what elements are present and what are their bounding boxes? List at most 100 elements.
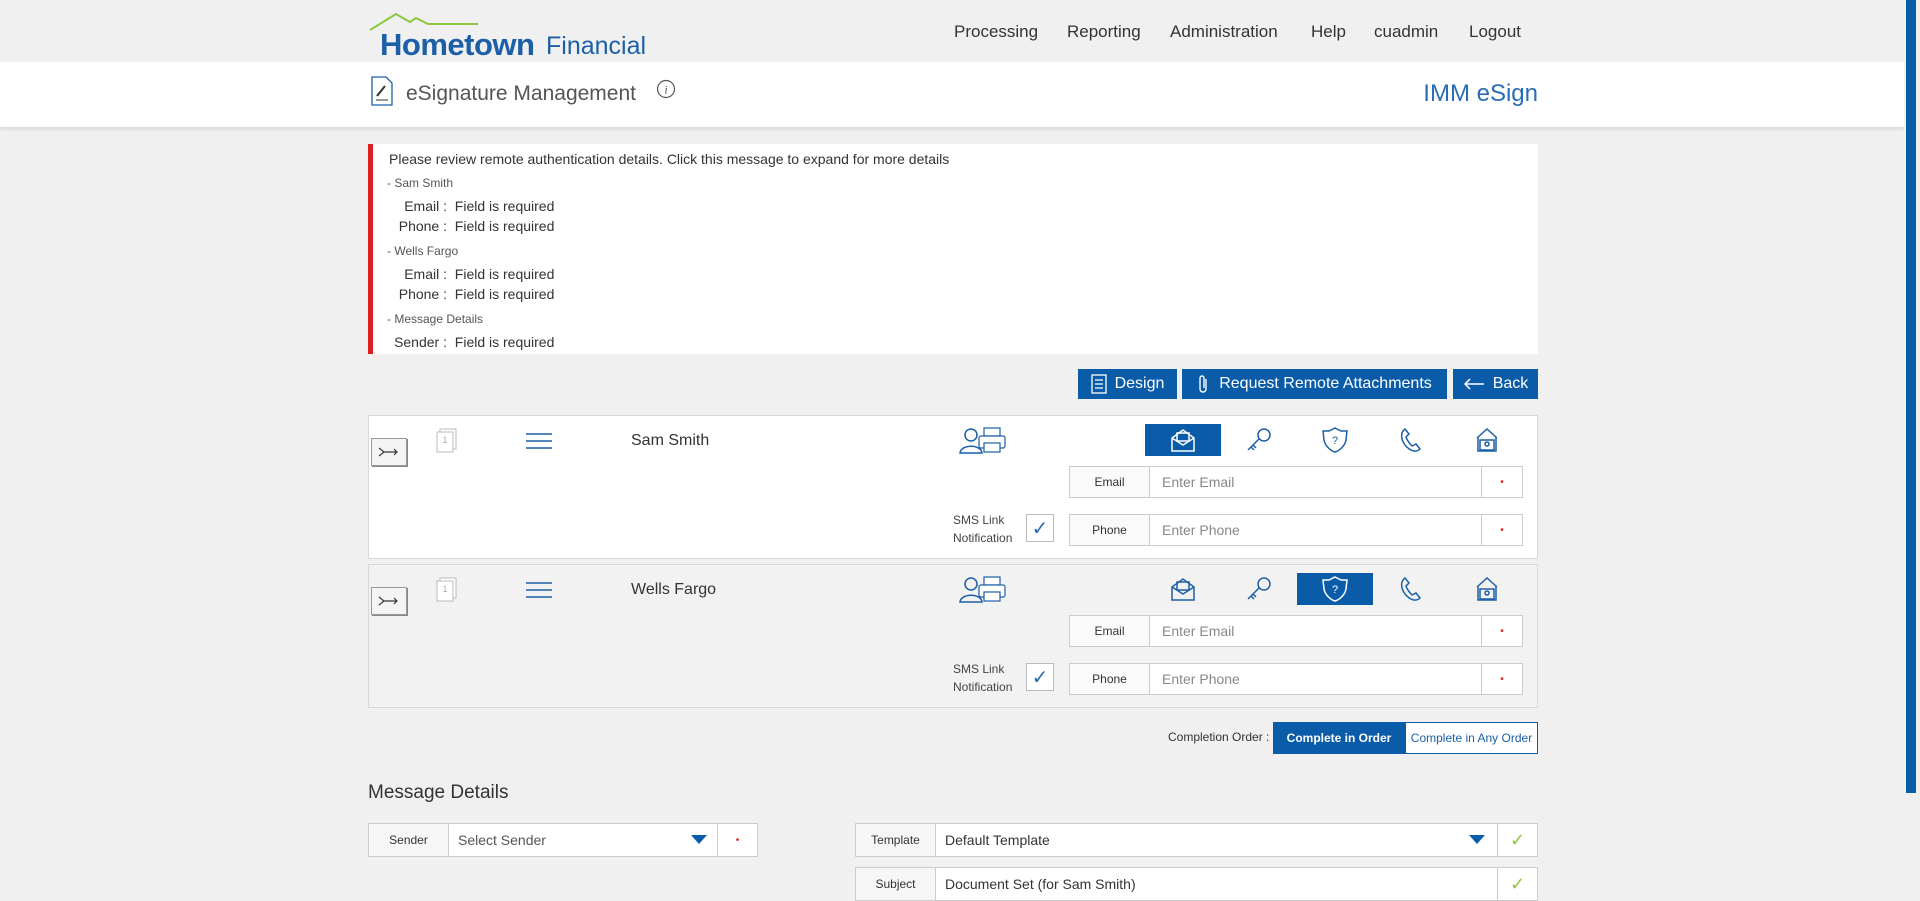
key-icon xyxy=(1247,428,1271,451)
info-icon[interactable]: i xyxy=(656,79,676,99)
phone-label: Phone xyxy=(1070,664,1150,694)
error-line: Phone : Field is required xyxy=(398,286,555,302)
recipient-card: 1 Sam Smith ? SMS Link Notification ✓ Ema… xyxy=(368,415,1538,559)
sms-label: SMS Link Notification xyxy=(953,662,1013,694)
phone-field: Phone • xyxy=(1069,663,1523,695)
document-sign-icon xyxy=(371,76,393,106)
nav-processing[interactable]: Processing xyxy=(954,22,1038,42)
svg-text:i: i xyxy=(664,83,667,97)
email-label: Email xyxy=(1070,467,1150,497)
validation-error-panel[interactable]: Please review remote authentication deta… xyxy=(368,144,1538,354)
required-indicator: • xyxy=(1481,616,1522,646)
page-header: eSignature Management i IMM eSign xyxy=(0,62,1904,128)
back-label: Back xyxy=(1492,375,1529,392)
product-name: IMM eSign xyxy=(1423,80,1538,107)
email-auth-icon xyxy=(1171,578,1195,601)
scrollbar[interactable] xyxy=(1904,0,1920,901)
error-line: Sender : Field is required xyxy=(394,334,555,350)
chevron-down-icon[interactable] xyxy=(1457,824,1497,856)
sender-label: Sender xyxy=(369,824,449,856)
auth-phone-button[interactable] xyxy=(1373,573,1449,605)
document-count-icon: 1 xyxy=(436,577,457,602)
sms-checkbox[interactable]: ✓ xyxy=(1026,514,1054,542)
paperclip-icon xyxy=(1199,375,1207,393)
auth-email-button[interactable] xyxy=(1145,573,1221,605)
email-field: Email • xyxy=(1069,615,1523,647)
design-button[interactable]: Design xyxy=(1078,369,1177,399)
complete-any-order-button[interactable]: Complete in Any Order xyxy=(1405,722,1538,754)
template-select: Template Default Template ✓ xyxy=(855,823,1538,857)
required-indicator: • xyxy=(1481,467,1522,497)
complete-in-order-button[interactable]: Complete in Order xyxy=(1273,722,1405,754)
auth-id-button[interactable] xyxy=(1449,573,1525,605)
email-field: Email • xyxy=(1069,466,1523,498)
sender-value[interactable]: Select Sender xyxy=(449,824,681,856)
hamburger-menu-icon[interactable] xyxy=(525,432,553,450)
phone-icon xyxy=(1400,427,1422,452)
nav-help[interactable]: Help xyxy=(1311,22,1346,42)
nav-administration[interactable]: Administration xyxy=(1170,22,1278,42)
question-shield-icon: ? xyxy=(1322,576,1348,602)
id-card-icon xyxy=(1476,576,1498,601)
brand-logo[interactable]: Hometown Financial xyxy=(368,12,648,62)
sender-select: Sender Select Sender • xyxy=(368,823,758,857)
page-title: eSignature Management xyxy=(406,82,636,105)
route-button[interactable] xyxy=(371,438,407,466)
phone-icon xyxy=(1400,576,1422,601)
sms-label: SMS Link Notification xyxy=(953,513,1013,545)
auth-phone-button[interactable] xyxy=(1373,424,1449,456)
subject-label: Subject xyxy=(856,868,936,900)
phone-input[interactable] xyxy=(1150,515,1481,545)
svg-text:1: 1 xyxy=(442,584,447,594)
chevron-down-icon[interactable] xyxy=(681,824,717,856)
nav-logout[interactable]: Logout xyxy=(1469,22,1521,42)
svg-text:?: ? xyxy=(1332,435,1338,447)
svg-text:1: 1 xyxy=(442,435,447,445)
question-shield-icon: ? xyxy=(1322,427,1348,453)
top-navigation-bar: Hometown Financial Processing Reporting … xyxy=(0,0,1904,62)
arrow-left-icon xyxy=(1463,378,1484,390)
required-indicator: • xyxy=(1481,664,1522,694)
required-indicator: • xyxy=(717,824,757,856)
phone-field: Phone • xyxy=(1069,514,1523,546)
auth-key-button[interactable] xyxy=(1221,424,1297,456)
error-group-name: - Wells Fargo xyxy=(387,244,459,258)
valid-check-icon: ✓ xyxy=(1497,868,1537,900)
completion-order-label: Completion Order : xyxy=(1168,730,1270,744)
phone-input[interactable] xyxy=(1150,664,1481,694)
person-icon xyxy=(959,428,983,454)
error-headline: Please review remote authentication deta… xyxy=(389,151,950,167)
required-indicator: • xyxy=(1481,515,1522,545)
hamburger-menu-icon[interactable] xyxy=(525,581,553,599)
recipient-card: 1 Wells Fargo ? SMS Link Notification ✓ E… xyxy=(368,564,1538,708)
auth-question-button[interactable]: ? xyxy=(1297,573,1373,605)
scrollbar-thumb[interactable] xyxy=(1906,0,1916,793)
key-icon xyxy=(1247,577,1271,600)
request-attachments-button[interactable]: Request Remote Attachments xyxy=(1182,369,1447,399)
nav-user[interactable]: cuadmin xyxy=(1374,22,1438,42)
subject-input[interactable]: Document Set (for Sam Smith) xyxy=(936,868,1497,900)
email-input[interactable] xyxy=(1150,467,1481,497)
recipient-name: Wells Fargo xyxy=(631,581,717,598)
auth-question-button[interactable]: ? xyxy=(1297,424,1373,456)
id-card-icon xyxy=(1476,427,1498,452)
brand-main: Hometown xyxy=(380,27,535,62)
nav-reporting[interactable]: Reporting xyxy=(1067,22,1141,42)
phone-label: Phone xyxy=(1070,515,1150,545)
sms-checkbox[interactable]: ✓ xyxy=(1026,663,1054,691)
email-input[interactable] xyxy=(1150,616,1481,646)
auth-key-button[interactable] xyxy=(1221,573,1297,605)
subject-field: Subject Document Set (for Sam Smith) ✓ xyxy=(855,867,1538,901)
valid-check-icon: ✓ xyxy=(1497,824,1537,856)
back-button[interactable]: Back xyxy=(1453,369,1538,399)
design-label: Design xyxy=(1114,375,1165,392)
error-line: Email : Field is required xyxy=(404,198,555,214)
auth-none-button[interactable] xyxy=(933,573,1009,605)
template-value[interactable]: Default Template xyxy=(936,824,1457,856)
auth-email-button[interactable] xyxy=(1145,424,1221,456)
error-group-name: - Message Details xyxy=(387,312,484,326)
route-button[interactable] xyxy=(371,587,407,615)
svg-text:?: ? xyxy=(1332,584,1338,596)
auth-id-button[interactable] xyxy=(1449,424,1525,456)
auth-none-button[interactable] xyxy=(933,424,1009,456)
